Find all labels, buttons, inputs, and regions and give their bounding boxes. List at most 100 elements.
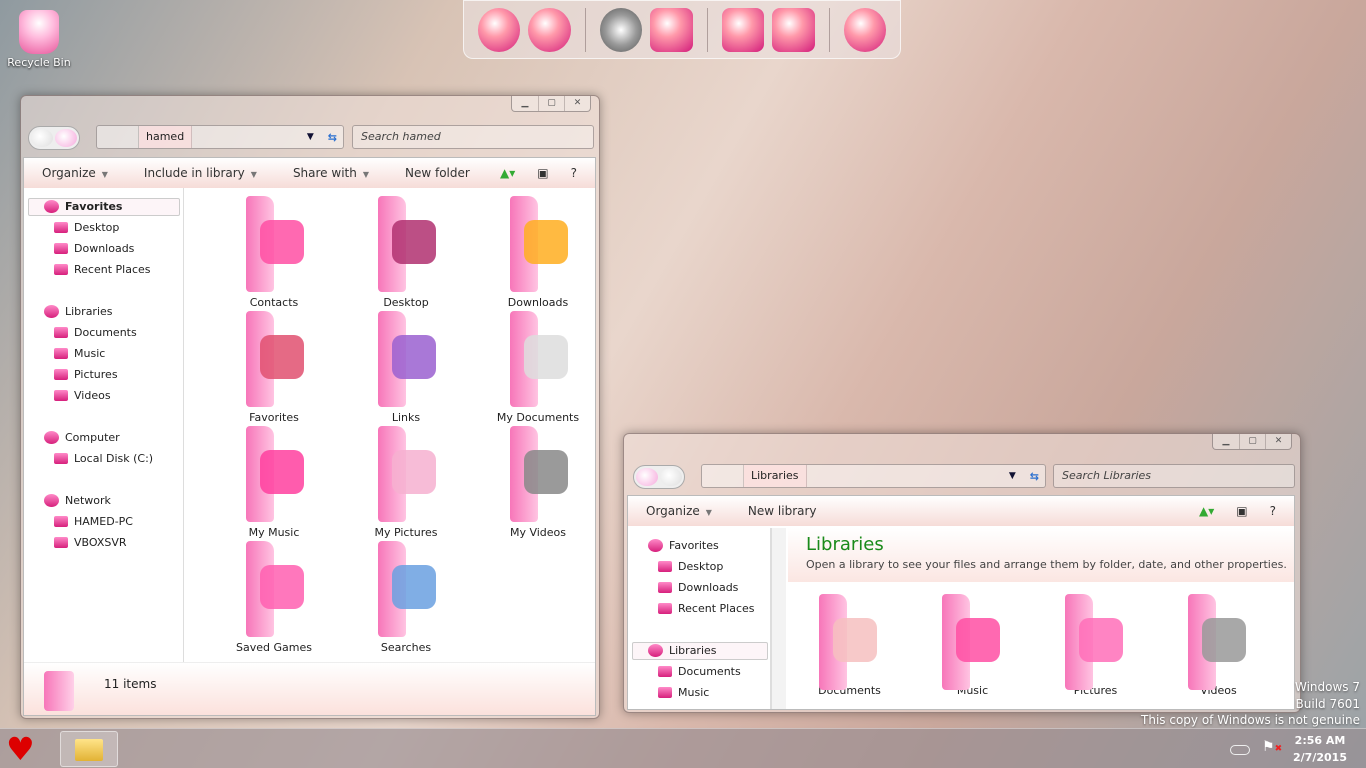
breadcrumb-libraries[interactable]: Libraries: [744, 465, 807, 487]
nav-item-music[interactable]: Music: [54, 347, 105, 360]
my-videos-label: My Videos: [509, 526, 567, 539]
nav-item-favorites[interactable]: Favorites: [44, 200, 122, 213]
nav-item-downloads[interactable]: Downloads: [54, 242, 134, 255]
nav-item-recent[interactable]: Recent Places: [658, 602, 755, 615]
nav-item-desktop[interactable]: Desktop: [658, 560, 723, 573]
nav-label-pictures: Pictures: [74, 368, 118, 381]
internet-icon[interactable]: [478, 7, 521, 52]
back-forward-buttons[interactable]: [633, 465, 685, 489]
back-button[interactable]: [636, 468, 658, 486]
start-button-heart-icon[interactable]: ♥: [6, 731, 35, 767]
nav-item-computer[interactable]: Computer: [44, 431, 120, 444]
include-in-library-button[interactable]: Include in library ▼: [126, 166, 275, 180]
help-button[interactable]: ?: [1270, 504, 1276, 518]
music-library-label: Music: [956, 684, 989, 697]
nav-scrollbar[interactable]: [771, 528, 786, 709]
library-item-music[interactable]: Music: [911, 594, 1034, 697]
nav-item-libraries[interactable]: Libraries: [648, 644, 717, 657]
new-library-button[interactable]: New library: [730, 504, 835, 518]
address-dropdown-icon[interactable]: ▼: [307, 132, 314, 142]
settings-icon[interactable]: [599, 7, 643, 52]
nav-item-pc2[interactable]: VBOXSVR: [54, 536, 127, 549]
back-forward-buttons[interactable]: [28, 126, 80, 150]
tray-toggle-icon[interactable]: [1230, 745, 1250, 755]
help-button[interactable]: ?: [571, 166, 577, 180]
nav-item-favorites[interactable]: Favorites: [648, 539, 719, 552]
folder-item-downloads[interactable]: Downloads: [472, 196, 604, 309]
close-button[interactable]: ✕: [564, 96, 590, 111]
nav-item-documents[interactable]: Documents: [658, 665, 741, 678]
searches-label: Searches: [380, 641, 432, 654]
watermark-line3: This copy of Windows is not genuine: [1141, 713, 1360, 727]
back-button[interactable]: [31, 129, 53, 147]
recycle-bin-desktop-icon[interactable]: Recycle Bin: [4, 10, 74, 69]
address-bar[interactable]: hamed ▼ ⇆: [96, 125, 344, 149]
folder-item-my-music[interactable]: My Music: [208, 426, 340, 539]
minimize-button[interactable]: ▁: [1213, 434, 1239, 449]
library-item-documents[interactable]: Documents: [788, 594, 911, 697]
action-center-flag-icon[interactable]: ⚑✖: [1262, 739, 1282, 755]
printer-icon[interactable]: [772, 7, 815, 52]
nav-item-videos[interactable]: Videos: [54, 389, 111, 402]
maximize-button[interactable]: ▢: [538, 96, 564, 111]
nav-item-network[interactable]: Network: [44, 494, 111, 507]
nav-item-pc1[interactable]: HAMED-PC: [54, 515, 133, 528]
folder-item-my-documents[interactable]: My Documents: [472, 311, 604, 424]
search-input[interactable]: Search hamed: [352, 125, 594, 149]
network-icon: [44, 494, 59, 507]
clock[interactable]: 2:56 AM 2/7/2015: [1290, 734, 1350, 764]
nav-label-music: Music: [678, 686, 710, 699]
library-item-pictures[interactable]: Pictures: [1034, 594, 1157, 697]
breadcrumb-hamed[interactable]: hamed: [139, 126, 193, 148]
recycle-icon[interactable]: [843, 7, 886, 52]
nav-item-pictures[interactable]: Pictures: [54, 368, 118, 381]
library-item-videos[interactable]: Videos: [1157, 594, 1280, 697]
nav-label-pc2: VBOXSVR: [74, 536, 127, 549]
libraries-icon: [648, 644, 663, 657]
nav-item-music[interactable]: Music: [658, 686, 709, 699]
preview-pane-icon[interactable]: ▣: [537, 166, 548, 180]
folder-item-my-pictures[interactable]: My Pictures: [340, 426, 472, 539]
folder-item-my-videos[interactable]: My Videos: [472, 426, 604, 539]
links-label: Links: [391, 411, 421, 424]
clock-time: 2:56 AM: [1294, 734, 1346, 747]
taskbar-explorer-button[interactable]: [60, 731, 118, 767]
nav-item-libraries[interactable]: Libraries: [44, 305, 113, 318]
drive-icon[interactable]: [721, 7, 765, 52]
nav-item-downloads[interactable]: Downloads: [658, 581, 738, 594]
games-icon[interactable]: [650, 7, 693, 52]
folder-item-links[interactable]: Links: [340, 311, 472, 424]
folder-item-searches[interactable]: Searches: [340, 541, 472, 654]
nav-label-favorites: Favorites: [669, 539, 719, 552]
downloads-label: Downloads: [507, 296, 569, 309]
globe-icon[interactable]: [528, 7, 571, 52]
new-folder-button[interactable]: New folder: [387, 166, 488, 180]
forward-button[interactable]: [55, 129, 77, 147]
preview-pane-icon[interactable]: ▣: [1236, 504, 1247, 518]
folder-item-favorites[interactable]: Favorites: [208, 311, 340, 424]
refresh-icon[interactable]: ⇆: [1030, 470, 1039, 483]
share-with-button[interactable]: Share with ▼: [275, 166, 387, 180]
folder-item-saved-games[interactable]: Saved Games: [208, 541, 340, 654]
nav-item-desktop[interactable]: Desktop: [54, 221, 119, 234]
refresh-icon[interactable]: ⇆: [328, 131, 337, 144]
organize-button[interactable]: Organize ▼: [628, 504, 730, 518]
libraries-icon: [44, 305, 59, 318]
organize-button[interactable]: Organize ▼: [24, 166, 126, 180]
folder-item-contacts[interactable]: Contacts: [208, 196, 340, 309]
minimize-button[interactable]: ▁: [512, 96, 538, 111]
change-view-icon[interactable]: ▲▾: [500, 166, 515, 180]
search-input[interactable]: Search Libraries: [1053, 464, 1295, 488]
maximize-button[interactable]: ▢: [1239, 434, 1265, 449]
nav-item-recent[interactable]: Recent Places: [54, 263, 151, 276]
forward-button[interactable]: [660, 468, 682, 486]
address-bar[interactable]: Libraries ▼ ⇆: [701, 464, 1046, 488]
address-dropdown-icon[interactable]: ▼: [1009, 471, 1016, 481]
close-button[interactable]: ✕: [1265, 434, 1291, 449]
explorer-body: Organize ▼ Include in library ▼ Share with…: [23, 157, 596, 716]
folder-item-desktop[interactable]: Desktop: [340, 196, 472, 309]
nav-item-local-disk[interactable]: Local Disk (C:): [54, 452, 153, 465]
clock-date: 2/7/2015: [1293, 751, 1347, 764]
nav-item-documents[interactable]: Documents: [54, 326, 137, 339]
change-view-icon[interactable]: ▲▾: [1199, 504, 1214, 518]
